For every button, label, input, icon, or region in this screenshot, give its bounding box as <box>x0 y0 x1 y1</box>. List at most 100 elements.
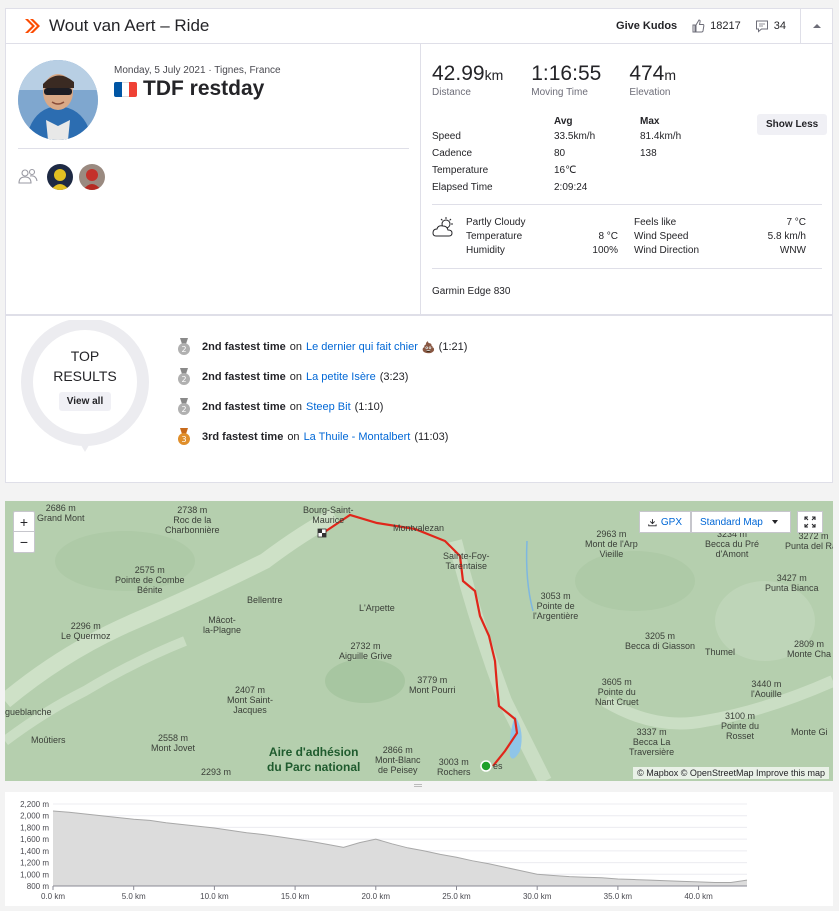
give-kudos-button[interactable]: Give Kudos <box>616 20 677 32</box>
stats-row-cadence: Cadence 80 138 <box>432 145 720 162</box>
top-results-line1: TOP <box>70 348 100 364</box>
group-member-avatar[interactable] <box>47 164 73 190</box>
map-label-text: Sainte-Foy- Tarentaise <box>443 551 490 571</box>
map-label-text: 3427 m Punta Bianca <box>765 573 819 593</box>
gpx-label: GPX <box>660 516 682 528</box>
map-label-text: Thumel <box>705 647 736 657</box>
weather-value: 7 °C <box>786 217 806 228</box>
more-stats-table: Avg Max Speed 33.5km/h 81.4km/h Cadence … <box>432 114 720 196</box>
activity-title-text: TDF restday <box>143 77 265 100</box>
map-label-text: 3100 m Pointe du Rosset <box>721 711 760 741</box>
map-label: 2686 m Grand Mont <box>37 503 85 523</box>
x-tick-label: 10.0 km <box>200 892 229 901</box>
elevation-value-row: 474m <box>629 62 676 86</box>
view-all-button[interactable]: View all <box>58 392 112 411</box>
map-label: L'Arpette <box>359 603 395 613</box>
weather-left-column: Partly Cloudy Temperature 8 °C Humidity 10… <box>466 216 618 258</box>
map-label-text: Mâcot-la-Plagne <box>203 615 242 635</box>
stats-header-avg: Avg <box>554 115 573 127</box>
achievement-item: 2 2nd fastest time on Le dernier qui fai… <box>176 338 467 356</box>
collapse-button[interactable] <box>800 9 832 43</box>
zoom-controls: + − <box>13 511 35 553</box>
map-label-text: 2407 m Mont Saint- Jacques <box>227 685 274 715</box>
achievement-rank: 3rd fastest time <box>202 431 284 443</box>
show-less-button[interactable]: Show Less <box>757 114 828 135</box>
weather-condition: Partly Cloudy <box>466 217 526 228</box>
elevation-stat: 474m Elevation <box>629 62 676 98</box>
map-label: Bellentre <box>247 595 283 605</box>
y-tick-label: 1,000 m <box>20 870 49 879</box>
kudos-count-value: 18217 <box>710 20 741 32</box>
stats-row-speed: Speed 33.5km/h 81.4km/h <box>432 128 720 145</box>
group-activity-icon[interactable] <box>18 168 38 184</box>
map-label-text: 3003 m Rochers <box>437 757 471 777</box>
activity-summary: Monday, 5 July 2021 · Tignes, France TDF… <box>5 43 833 315</box>
route-map[interactable]: 2686 m Grand Mont 2738 m Roc de la Charbonn… <box>5 501 833 781</box>
stats-row-max: 81.4km/h <box>640 131 682 142</box>
fullscreen-button[interactable] <box>797 511 823 533</box>
achievement-item: 2 2nd fastest time on La petite Isère (3… <box>176 368 408 386</box>
achievement-time: (1:10) <box>354 401 384 413</box>
top-results-badge: TOP RESULTS View all <box>40 346 130 411</box>
zoom-out-button[interactable]: − <box>14 532 34 552</box>
map-label: 2558 m Mont Jovet <box>151 733 195 753</box>
stats-row-label: Temperature <box>432 165 489 176</box>
map-label: 3053 m Pointe de l'Argentière <box>533 591 578 621</box>
weather-row: Temperature 8 °C <box>466 230 618 244</box>
thumbs-up-icon <box>692 19 705 33</box>
map-style-select[interactable]: Standard Map <box>691 511 791 533</box>
athlete-avatar[interactable] <box>18 60 98 140</box>
park-label: Aire d'adhésion du Parc national <box>267 745 360 775</box>
weather-label: Temperature <box>466 231 523 242</box>
map-label-text: 3053 m Pointe de l'Argentière <box>533 591 579 621</box>
resize-handle[interactable] <box>414 784 422 787</box>
map-label: 2293 m <box>201 767 231 777</box>
map-label: 3100 m Pointe du Rosset <box>721 711 759 741</box>
map-label: 3779 m Mont Pourri <box>409 675 456 695</box>
group-member-avatar[interactable] <box>79 164 105 190</box>
map-attribution[interactable]: © Mapbox © OpenStreetMap Improve this ma… <box>633 767 829 779</box>
divider <box>432 268 822 269</box>
map-label-text: L'Arpette <box>359 603 395 613</box>
column-divider <box>420 44 421 315</box>
map-label-text: gueblanche <box>5 707 52 717</box>
weather-label: Humidity <box>466 245 505 256</box>
weather-right-column: Feels like 7 °C Wind Speed 5.8 km/h Wind D… <box>634 216 806 258</box>
achievement-on: on <box>289 401 302 413</box>
weather-row: Wind Speed 5.8 km/h <box>634 230 806 244</box>
title-separator: – <box>160 16 170 35</box>
weather-row: Feels like 7 °C <box>634 216 806 230</box>
zoom-in-button[interactable]: + <box>14 512 34 532</box>
activity-type: Ride <box>174 16 210 35</box>
activity-header: Wout van Aert – Ride Give Kudos 18217 34 <box>5 8 833 44</box>
map-label-text: Aire d'adhésion du Parc national <box>267 745 361 774</box>
stats-row-elapsed-time: Elapsed Time 2:09:24 <box>432 179 720 196</box>
primary-stats: 42.99km Distance 1:16:55 Moving Time 474… <box>432 62 676 98</box>
elevation-unit: m <box>664 67 677 83</box>
map-label: 3427 m Punta Bianca <box>765 573 819 593</box>
map-label-text: 2809 m Monte Cha <box>787 639 832 659</box>
segment-link[interactable]: Steep Bit <box>306 401 351 413</box>
map-label: 3440 m l'Aouille <box>751 679 782 699</box>
achievement-time: (3:23) <box>379 371 409 383</box>
athlete-name[interactable]: Wout van Aert <box>49 16 155 35</box>
map-label: Sainte-Foy- Tarentaise <box>443 551 490 571</box>
map-label: 2407 m Mont Saint- Jacques <box>227 685 273 715</box>
gpx-download-button[interactable]: GPX <box>639 511 691 533</box>
comment-count[interactable]: 34 <box>755 19 786 33</box>
elevation-chart[interactable]: 800 m 1,000 m 1,200 m 1,400 m 1,600 m 1,800 m… <box>5 792 833 906</box>
kudos-count[interactable]: 18217 <box>691 19 741 33</box>
achievement-time: (1:21) <box>438 341 468 353</box>
y-tick-label: 1,200 m <box>20 859 49 868</box>
segment-link[interactable]: La Thuile - Montalbert <box>304 431 411 443</box>
segment-link[interactable]: Le dernier qui fait chier <box>306 341 418 353</box>
stats-row-label: Elapsed Time <box>432 182 493 193</box>
map-label-text: Moûtiers <box>31 735 66 745</box>
weather-label: Wind Speed <box>634 231 689 242</box>
map-label-text: 3272 mPunta del Ran <box>785 531 833 551</box>
map-label: 3272 mPunta del Ran <box>785 531 833 551</box>
x-tick-label: 0.0 km <box>41 892 65 901</box>
segment-link[interactable]: La petite Isère <box>306 371 376 383</box>
achievement-rank: 2nd fastest time <box>202 401 286 413</box>
x-tick-label: 30.0 km <box>523 892 552 901</box>
